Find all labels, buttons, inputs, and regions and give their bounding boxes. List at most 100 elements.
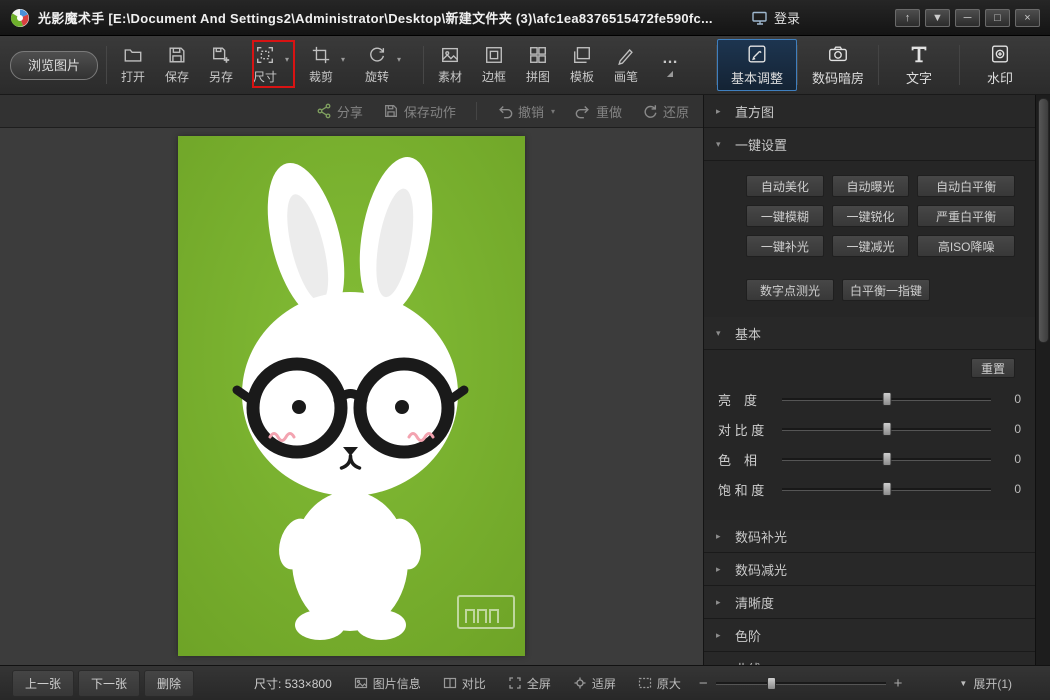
next-image-button[interactable]: 下一张 xyxy=(78,670,140,697)
maximize-button[interactable]: □ xyxy=(985,9,1010,27)
resize-button[interactable]: 尺寸 xyxy=(247,45,283,85)
crop-button[interactable]: 裁剪 xyxy=(303,45,339,85)
scrollbar-thumb[interactable] xyxy=(1038,98,1049,343)
rotate-icon xyxy=(367,45,387,65)
redo-button[interactable]: 重做 xyxy=(575,102,622,121)
image-info-icon xyxy=(354,676,368,690)
restore-button[interactable]: 还原 xyxy=(642,102,689,121)
one-key-fill-light-button[interactable]: 一键补光 xyxy=(746,235,824,257)
tab-label: 水印 xyxy=(987,68,1013,87)
fullscreen-button[interactable]: 全屏 xyxy=(508,675,551,692)
zoom-slider-thumb[interactable] xyxy=(767,677,776,690)
severe-white-balance-button[interactable]: 严重白平衡 xyxy=(917,205,1015,227)
section-title: 基本 xyxy=(735,324,761,343)
contrast-label: 对 比 度 xyxy=(714,420,774,439)
zoom-slider[interactable] xyxy=(716,682,886,685)
auto-beautify-button[interactable]: 自动美化 xyxy=(746,175,824,197)
fit-screen-button[interactable]: 适屏 xyxy=(573,675,616,692)
tab-digital-darkroom[interactable]: 数码暗房 xyxy=(798,39,878,91)
zoom-control: − + xyxy=(699,675,903,692)
material-button[interactable]: 素材 xyxy=(432,45,468,85)
one-key-sharpen-button[interactable]: 一键锐化 xyxy=(832,205,910,227)
slider-thumb[interactable] xyxy=(882,452,891,466)
watermark-icon xyxy=(989,43,1011,65)
original-size-button[interactable]: 原大 xyxy=(638,675,681,692)
reset-button[interactable]: 重置 xyxy=(971,358,1015,378)
zoom-in-button[interactable]: + xyxy=(894,675,903,692)
section-clarity[interactable]: ▸ 清晰度 xyxy=(704,586,1035,619)
tab-basic-adjust[interactable]: 基本调整 xyxy=(717,39,797,91)
slider-thumb[interactable] xyxy=(882,392,891,406)
collage-button[interactable]: 拼图 xyxy=(520,45,556,85)
section-title: 一键设置 xyxy=(735,135,787,154)
contrast-slider-row: 对 比 度 0 xyxy=(714,414,1021,444)
undo-icon xyxy=(497,103,513,119)
open-button[interactable]: 打开 xyxy=(115,45,151,85)
brightness-slider[interactable] xyxy=(782,398,991,401)
undo-button[interactable]: 撤销 ▾ xyxy=(497,102,555,121)
resize-dropdown-icon[interactable]: ▾ xyxy=(285,55,295,64)
auto-exposure-button[interactable]: 自动曝光 xyxy=(832,175,910,197)
save-action-button[interactable]: 保存动作 xyxy=(383,102,456,121)
section-title: 直方图 xyxy=(735,102,774,121)
white-balance-one-touch-button[interactable]: 白平衡一指键 xyxy=(842,279,930,301)
compare-label: 对比 xyxy=(462,675,486,692)
expand-label: 展开(1) xyxy=(973,675,1012,692)
border-button[interactable]: 边框 xyxy=(476,45,512,85)
one-key-blur-button[interactable]: 一键模糊 xyxy=(746,205,824,227)
arrow-down-button[interactable]: ▼ xyxy=(925,9,950,27)
section-one-key-settings[interactable]: ▾ 一键设置 xyxy=(704,128,1035,161)
compare-button[interactable]: 对比 xyxy=(443,675,486,692)
section-digital-reduce-light[interactable]: ▸ 数码减光 xyxy=(704,553,1035,586)
saturation-value: 0 xyxy=(999,482,1021,496)
brush-button[interactable]: 画笔 xyxy=(608,45,644,85)
section-curves[interactable]: ▸ 曲线 xyxy=(704,652,1035,665)
collage-icon xyxy=(528,45,548,65)
slider-thumb[interactable] xyxy=(882,422,891,436)
section-digital-fill-light[interactable]: ▸ 数码补光 xyxy=(704,520,1035,553)
content-area: 分享 保存动作 撤销 ▾ xyxy=(0,95,1050,665)
previous-image-button[interactable]: 上一张 xyxy=(12,670,74,697)
save-button[interactable]: 保存 xyxy=(159,45,195,85)
more-tools-button[interactable]: … ◢ xyxy=(652,52,688,78)
share-button[interactable]: 分享 xyxy=(316,102,363,121)
high-iso-denoise-button[interactable]: 高ISO降噪 xyxy=(917,235,1015,257)
tab-watermark[interactable]: 水印 xyxy=(960,39,1040,91)
hue-slider[interactable] xyxy=(782,458,991,461)
auto-white-balance-button[interactable]: 自动白平衡 xyxy=(917,175,1015,197)
digital-spot-metering-button[interactable]: 数字点测光 xyxy=(746,279,834,301)
rotate-button[interactable]: 旋转 xyxy=(359,45,395,85)
crop-dropdown-icon[interactable]: ▾ xyxy=(341,55,351,64)
slider-thumb[interactable] xyxy=(882,482,891,496)
browse-images-button[interactable]: 浏览图片 xyxy=(10,51,98,80)
save-as-icon xyxy=(211,45,231,65)
chevron-right-icon: ▸ xyxy=(716,531,726,542)
section-histogram[interactable]: ▸ 直方图 xyxy=(704,95,1035,128)
save-as-button[interactable]: 另存 xyxy=(203,45,239,85)
basic-adjust-icon xyxy=(746,43,768,65)
login-button[interactable]: 登录 xyxy=(752,8,800,27)
undo-dropdown-icon[interactable]: ▾ xyxy=(551,107,555,116)
template-button[interactable]: 模板 xyxy=(564,45,600,85)
compare-icon xyxy=(443,676,457,690)
canvas-area xyxy=(0,128,703,665)
tab-text[interactable]: 文字 xyxy=(879,39,959,91)
close-button[interactable]: × xyxy=(1015,9,1040,27)
tool-label: 边框 xyxy=(482,68,506,85)
expand-button[interactable]: ▼ 展开(1) xyxy=(959,675,1012,692)
saturation-slider[interactable] xyxy=(782,488,991,491)
image-info-button[interactable]: 图片信息 xyxy=(354,675,421,692)
one-key-reduce-light-button[interactable]: 一键减光 xyxy=(832,235,910,257)
material-icon xyxy=(440,45,460,65)
panel-scrollbar[interactable] xyxy=(1035,95,1050,665)
contrast-slider[interactable] xyxy=(782,428,991,431)
section-levels[interactable]: ▸ 色阶 xyxy=(704,619,1035,652)
rotate-dropdown-icon[interactable]: ▾ xyxy=(397,55,407,64)
more-icon: … xyxy=(662,52,678,66)
section-title: 色阶 xyxy=(735,626,761,645)
minimize-button[interactable]: ─ xyxy=(955,9,980,27)
zoom-out-button[interactable]: − xyxy=(699,675,708,692)
section-basic[interactable]: ▾ 基本 xyxy=(704,317,1035,350)
arrow-up-button[interactable]: ↑ xyxy=(895,9,920,27)
delete-image-button[interactable]: 删除 xyxy=(144,670,194,697)
